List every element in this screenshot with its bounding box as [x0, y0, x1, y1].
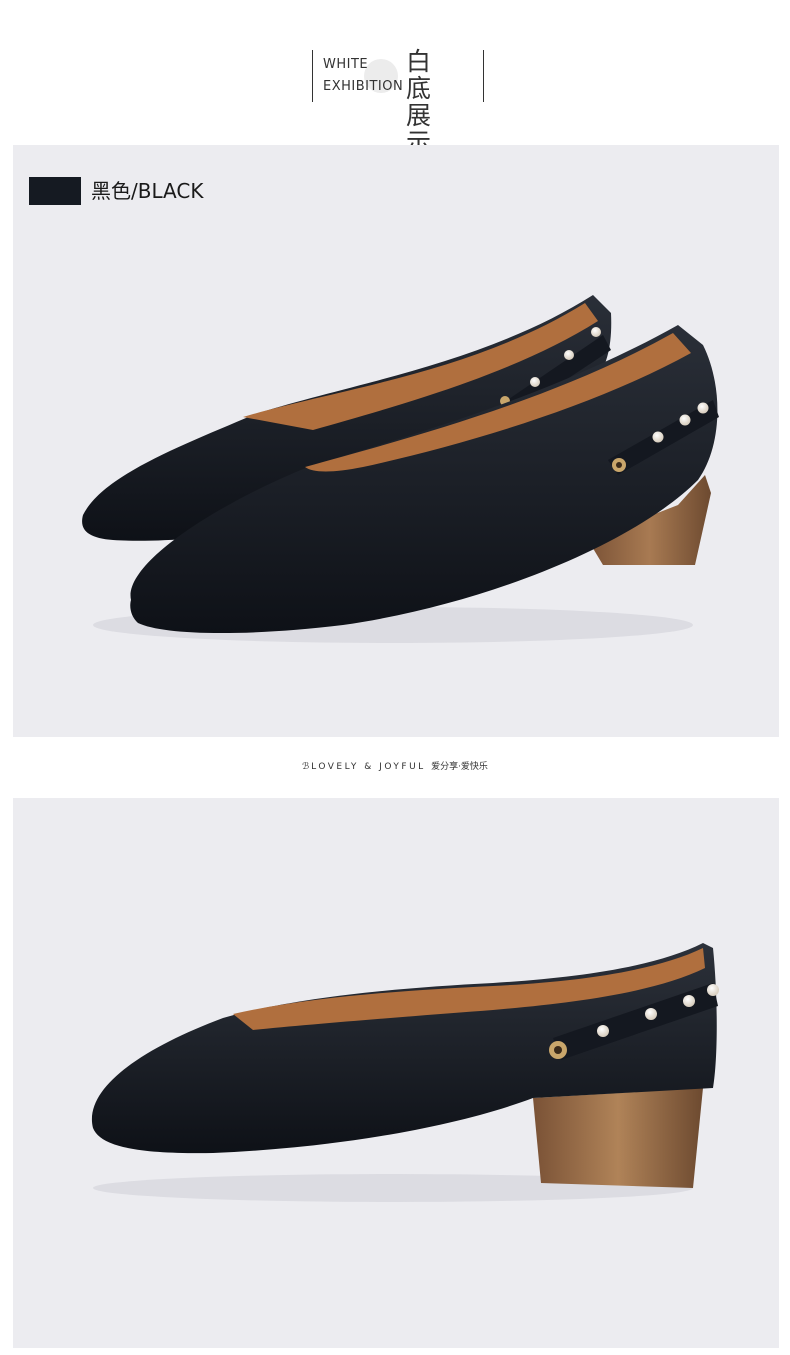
header-zh-line1: 白 底	[406, 47, 439, 103]
product-photo-single	[13, 798, 779, 1348]
section-header: WHITE EXHIBITION 白 底 展 示	[312, 48, 484, 156]
side-shoe	[91, 943, 719, 1188]
product-photo-pair: 黑色/BLACK	[13, 145, 779, 737]
header-english-title: WHITE EXHIBITION	[323, 54, 403, 98]
tagline-text: LOVELY & JOYFUL	[311, 762, 426, 772]
header-en-line1: WHITE	[323, 57, 369, 72]
single-shoe-illustration	[91, 943, 719, 1202]
shoe-pair-illustration	[82, 295, 719, 643]
header-en-line2: EXHIBITION	[323, 79, 404, 94]
header-divider-left	[312, 50, 313, 102]
brand-tagline: ℬ LOVELY & JOYFUL 爱分享·爱快乐	[0, 759, 790, 772]
header-chinese-title: 白 底 展 示	[406, 48, 472, 156]
brand-mark-icon: ℬ	[302, 762, 310, 772]
header-divider-right	[483, 50, 484, 102]
tagline-chinese: 爱分享·爱快乐	[431, 762, 488, 772]
